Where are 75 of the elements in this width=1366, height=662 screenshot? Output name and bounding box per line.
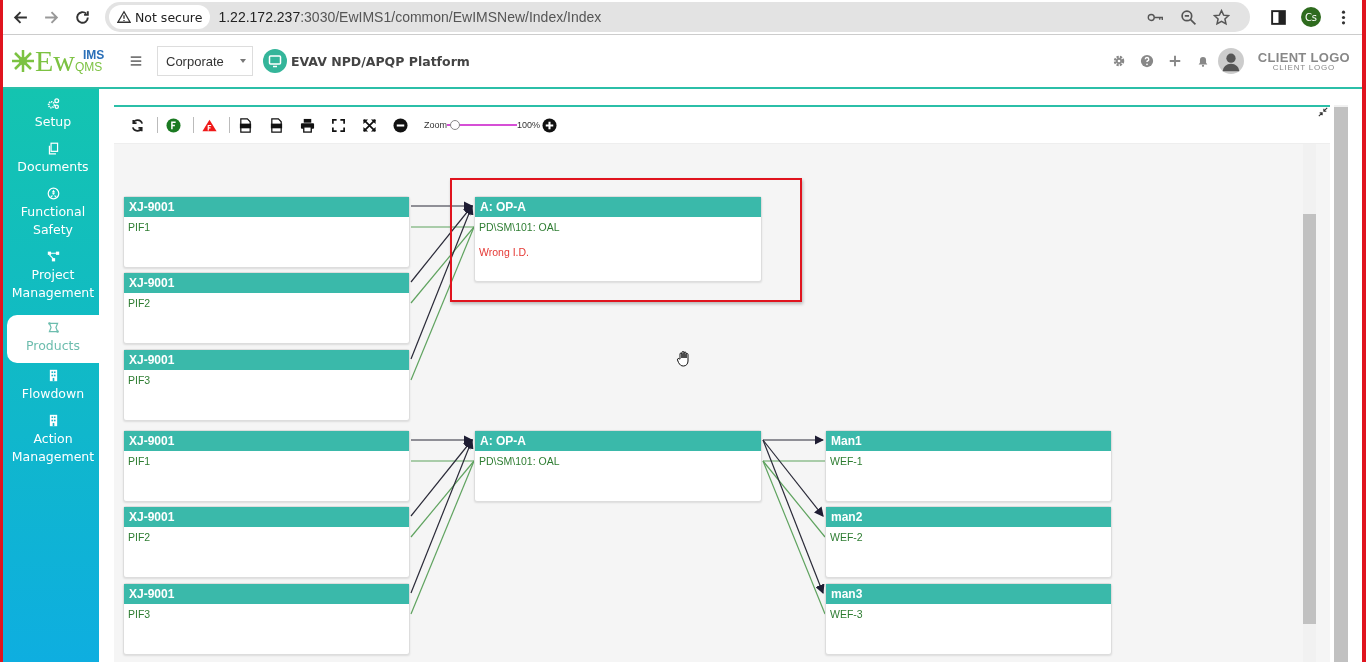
node-title: XJ-9001 bbox=[124, 507, 409, 527]
diagram-node[interactable]: man2 WEF-2 bbox=[825, 506, 1112, 578]
node-title: A: OP-A bbox=[475, 197, 761, 217]
node-title: XJ-9001 bbox=[124, 431, 409, 451]
node-title: XJ-9001 bbox=[124, 584, 409, 604]
node-row-text: WEF-3 bbox=[830, 607, 864, 621]
print-icon[interactable] bbox=[300, 117, 315, 133]
user-avatar[interactable] bbox=[1217, 48, 1244, 74]
reload-icon[interactable] bbox=[74, 8, 91, 26]
zoom-out-icon[interactable] bbox=[393, 117, 408, 133]
diagram-node[interactable]: A: OP-A PD\SM\101: OAL bbox=[474, 430, 762, 502]
node-row-text: PIF2 bbox=[128, 530, 152, 544]
client-logo: CLIENT LOGO bbox=[1257, 50, 1350, 64]
zoom-value: 100% bbox=[517, 120, 541, 130]
profile-avatar[interactable]: Cs bbox=[1301, 7, 1321, 27]
frame-icon bbox=[46, 321, 60, 334]
hazard-icon bbox=[46, 187, 60, 200]
plus-icon[interactable] bbox=[1167, 54, 1182, 68]
page-scrollbar[interactable] bbox=[1334, 105, 1348, 662]
copy-icon bbox=[46, 142, 60, 155]
hierarchy-icon bbox=[46, 250, 60, 263]
node-row-text: PD\SM\101: OAL bbox=[479, 220, 561, 234]
node-row-text: PIF1 bbox=[128, 454, 152, 468]
node-row-text: PIF1 bbox=[128, 220, 152, 234]
node-row-text: PIF3 bbox=[128, 607, 152, 621]
caret-icon bbox=[240, 59, 246, 63]
node-title: XJ-9001 bbox=[124, 273, 409, 293]
node-title: A: OP-A bbox=[475, 431, 761, 451]
f-warning-icon[interactable] bbox=[202, 117, 217, 133]
scrollbar[interactable] bbox=[1303, 144, 1316, 662]
diagram-node[interactable]: A: OP-A PD\SM\101: OAL Wrong I.D. bbox=[474, 196, 762, 282]
refresh-icon[interactable] bbox=[130, 117, 145, 133]
client-logo-caption: CLIENT LOGO bbox=[1272, 63, 1336, 72]
warning-icon bbox=[117, 10, 131, 24]
node-row-text: PIF2 bbox=[128, 296, 152, 310]
node-row-text: PIF3 bbox=[128, 373, 152, 387]
expand-icon[interactable] bbox=[362, 117, 377, 133]
f-circle-icon[interactable] bbox=[166, 117, 181, 133]
node-row-text: PD\SM\101: OAL bbox=[479, 454, 561, 468]
diagram-node[interactable]: Man1 WEF-1 bbox=[825, 430, 1112, 502]
security-chip[interactable]: Not secure bbox=[109, 5, 211, 29]
diagram-node[interactable]: XJ-9001 PIF1 bbox=[123, 196, 410, 268]
node-title: man3 bbox=[826, 584, 1111, 604]
fullscreen-icon[interactable] bbox=[331, 117, 346, 133]
monitor-icon bbox=[263, 49, 287, 73]
collapse-icon[interactable] bbox=[1318, 107, 1328, 117]
node-row-text: WEF-2 bbox=[830, 530, 864, 544]
node-row-text: WEF-1 bbox=[830, 454, 864, 468]
platform-title: EVAV NPD/APQP Platform bbox=[291, 53, 470, 69]
organization-select[interactable]: Corporate bbox=[157, 46, 253, 76]
zoom-in-icon[interactable] bbox=[542, 117, 558, 133]
diagram-node[interactable]: man3 WEF-3 bbox=[825, 583, 1112, 655]
url-text: 1.22.172.237:3030/EwIMS1/common/EwIMSNew/Index/Index bbox=[218, 9, 602, 25]
hand-cursor-icon bbox=[676, 350, 692, 368]
gears-icon bbox=[46, 97, 60, 110]
star-icon[interactable] bbox=[1213, 8, 1230, 26]
diagram-node[interactable]: XJ-9001 PIF1 bbox=[123, 430, 410, 502]
settings-icon[interactable] bbox=[1111, 54, 1126, 68]
node-title: Man1 bbox=[826, 431, 1111, 451]
node-title: man2 bbox=[826, 507, 1111, 527]
node-title: XJ-9001 bbox=[124, 197, 409, 217]
diagram-node[interactable]: XJ-9001 PIF3 bbox=[123, 583, 410, 655]
address-bar[interactable]: Not secure 1.22.172.237:3030/EwIMS1/common/EwIMSNew/Index/Index bbox=[105, 2, 1250, 32]
svg-file-icon[interactable] bbox=[238, 117, 253, 133]
node-row-text: Wrong I.D. bbox=[479, 245, 530, 259]
node-title: XJ-9001 bbox=[124, 350, 409, 370]
diagram-node[interactable]: XJ-9001 PIF3 bbox=[123, 349, 410, 421]
diagram-node[interactable]: XJ-9001 PIF2 bbox=[123, 272, 410, 344]
slider-thumb[interactable] bbox=[450, 120, 460, 130]
png-file-icon[interactable] bbox=[269, 117, 284, 133]
side-panel-icon[interactable] bbox=[1270, 8, 1287, 26]
zoom-label: Zoom bbox=[424, 120, 447, 130]
menu-icon[interactable] bbox=[129, 54, 143, 68]
diagram-node[interactable]: XJ-9001 PIF2 bbox=[123, 506, 410, 578]
help-icon[interactable] bbox=[1139, 54, 1154, 68]
